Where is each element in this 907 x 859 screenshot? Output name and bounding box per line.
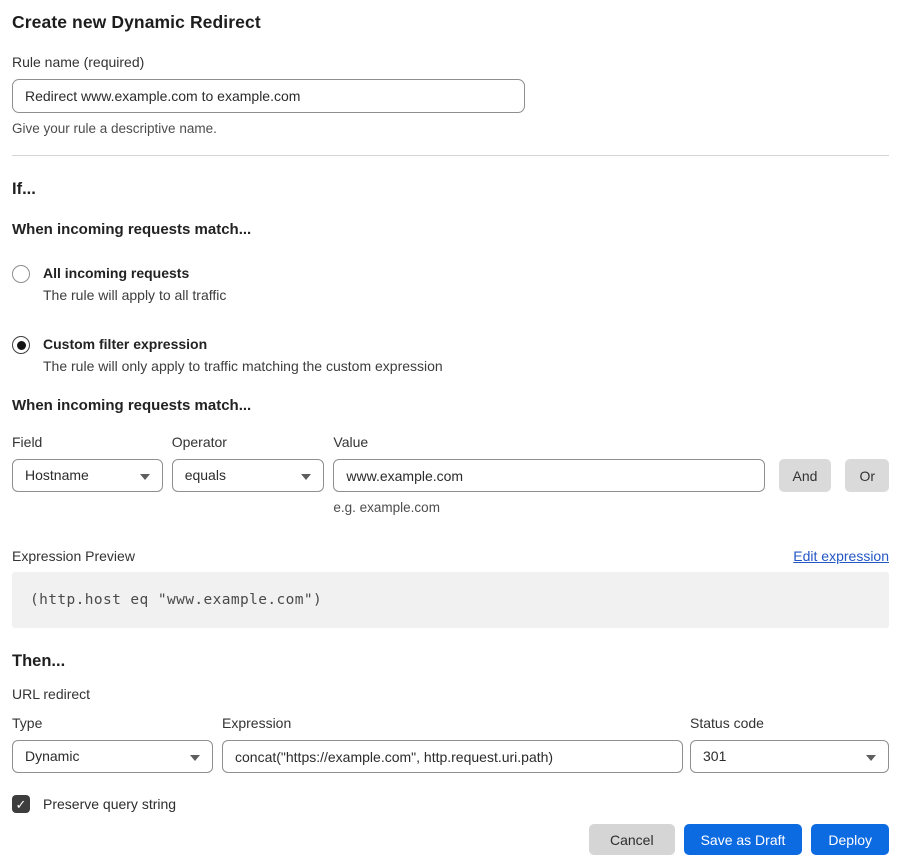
edit-expression-link[interactable]: Edit expression [793, 548, 889, 564]
field-select[interactable]: Hostname [12, 459, 163, 492]
deploy-button[interactable]: Deploy [811, 824, 889, 855]
chevron-down-icon [301, 474, 311, 480]
filter-builder-row: Field Hostname Operator equals Value e.g… [12, 434, 889, 516]
expression-preview-block: (http.host eq "www.example.com") [12, 572, 889, 628]
rule-name-input[interactable] [12, 79, 525, 113]
field-label: Field [12, 434, 163, 451]
radio-option-all-incoming[interactable]: All incoming requests The rule will appl… [12, 264, 889, 304]
url-redirect-label: URL redirect [12, 686, 889, 702]
expression-label: Expression [222, 715, 683, 732]
then-heading: Then... [12, 652, 889, 671]
radio-label: Custom filter expression [43, 335, 443, 353]
create-dynamic-redirect-form: Create new Dynamic Redirect Rule name (r… [0, 0, 907, 855]
type-select[interactable]: Dynamic [12, 740, 213, 773]
radio-description: The rule will only apply to traffic matc… [43, 357, 443, 375]
radio-description: The rule will apply to all traffic [43, 286, 226, 304]
radio-label: All incoming requests [43, 264, 226, 282]
save-as-draft-button[interactable]: Save as Draft [684, 824, 803, 855]
radio-option-custom-filter[interactable]: Custom filter expression The rule will o… [12, 335, 889, 375]
expression-preview-label: Expression Preview [12, 548, 135, 564]
status-code-select-value: 301 [703, 748, 726, 764]
radio-button-selected-icon[interactable] [12, 336, 30, 354]
chevron-down-icon [866, 755, 876, 761]
type-label: Type [12, 715, 213, 732]
rule-name-help: Give your rule a descriptive name. [12, 120, 889, 137]
page-title: Create new Dynamic Redirect [12, 12, 889, 33]
value-help: e.g. example.com [333, 499, 764, 516]
if-heading: If... [12, 180, 889, 199]
form-actions: Cancel Save as Draft Deploy [12, 824, 889, 855]
status-code-select[interactable]: 301 [690, 740, 889, 773]
operator-label: Operator [172, 434, 325, 451]
chevron-down-icon [190, 755, 200, 761]
checkbox-checked-icon[interactable]: ✓ [12, 795, 30, 813]
and-button[interactable]: And [779, 459, 832, 492]
operator-select-value: equals [185, 467, 226, 483]
status-code-label: Status code [690, 715, 889, 732]
expression-preview-code: (http.host eq "www.example.com") [30, 592, 322, 608]
chevron-down-icon [140, 474, 150, 480]
expression-input[interactable] [222, 740, 683, 773]
operator-select[interactable]: equals [172, 459, 325, 492]
or-button[interactable]: Or [845, 459, 889, 492]
cancel-button[interactable]: Cancel [589, 824, 675, 855]
incoming-requests-match-heading: When incoming requests match... [12, 221, 889, 238]
value-input[interactable] [333, 459, 764, 492]
filter-builder-heading: When incoming requests match... [12, 397, 889, 414]
preserve-query-string-row[interactable]: ✓ Preserve query string [12, 795, 889, 813]
field-select-value: Hostname [25, 467, 89, 483]
preserve-query-string-label: Preserve query string [43, 796, 176, 812]
type-select-value: Dynamic [25, 748, 79, 764]
value-label: Value [333, 434, 764, 451]
section-divider [12, 155, 889, 156]
radio-button-unselected-icon[interactable] [12, 265, 30, 283]
rule-name-label: Rule name (required) [12, 54, 889, 71]
redirect-config-row: Type Dynamic Expression Status code 301 [12, 715, 889, 773]
